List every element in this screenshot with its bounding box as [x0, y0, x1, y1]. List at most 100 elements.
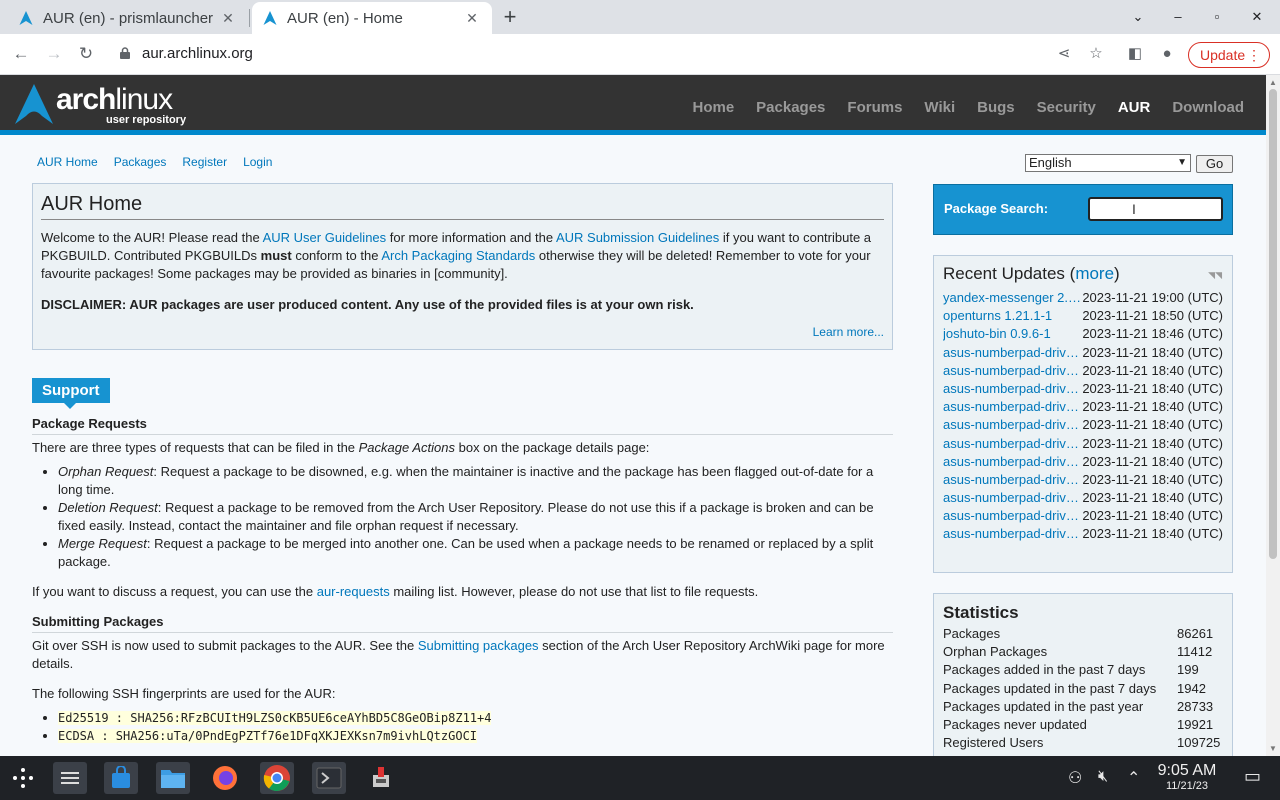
minimize-icon[interactable]: –	[1168, 6, 1188, 28]
language-select[interactable]: English ▼	[1025, 154, 1191, 172]
learn-more-link[interactable]: Learn more...	[813, 325, 884, 339]
nav-bugs[interactable]: Bugs	[977, 99, 1015, 116]
browser-tab-prismlauncher[interactable]: AUR (en) - prismlauncher ✕	[8, 2, 248, 34]
recent-package-link[interactable]: asus-numberpad-driv…	[943, 380, 1081, 398]
page-scrollbar[interactable]: ▲ ▼	[1266, 75, 1280, 756]
recent-update-date: 2023-11-21 19:00 (UTC)	[1082, 290, 1223, 305]
recent-package-link[interactable]: asus-numberpad-driv…	[943, 344, 1081, 362]
list-item: Ed25519 : SHA256:RFzBCUItH9LZS0cKB5UE6ce…	[58, 709, 893, 727]
link-arch-packaging-standards[interactable]: Arch Packaging Standards	[381, 248, 535, 263]
link-aur-requests[interactable]: aur-requests	[317, 584, 390, 599]
clock[interactable]: 9:05 AM 11/21/23	[1150, 762, 1224, 792]
main-nav: Home Packages Forums Wiki Bugs Security …	[670, 99, 1244, 116]
subnav-register[interactable]: Register	[182, 155, 227, 169]
arch-header: archlinux user repository Home Packages …	[0, 75, 1266, 135]
tab-search-chevron-icon[interactable]: ⌄	[1128, 6, 1148, 28]
subnav-aur-home[interactable]: AUR Home	[37, 155, 98, 169]
show-desktop-icon[interactable]: ▭	[1244, 766, 1261, 787]
recent-more-link[interactable]: more	[1075, 264, 1114, 283]
close-window-icon[interactable]: ✕	[1247, 6, 1267, 28]
tray-expand-icon[interactable]: ⌃	[1127, 768, 1140, 788]
recent-updates-box: Recent Updates (more) ◥◥ yandex-messenge…	[933, 255, 1233, 573]
side-panel-icon[interactable]: ◧	[1124, 43, 1146, 65]
link-aur-submission-guidelines[interactable]: AUR Submission Guidelines	[556, 230, 719, 245]
bookmark-star-icon[interactable]: ☆	[1085, 43, 1107, 65]
package-search-input[interactable]: I	[1088, 197, 1223, 221]
recent-package-link[interactable]: asus-numberpad-driv…	[943, 507, 1081, 525]
scrollbar-thumb[interactable]	[1269, 89, 1277, 559]
back-icon[interactable]: ←	[9, 42, 33, 66]
package-search-box: Package Search: I	[933, 184, 1233, 235]
chrome-icon[interactable]	[260, 762, 294, 794]
rss-feed-icon[interactable]: ◥◥	[1208, 270, 1222, 281]
nav-forums[interactable]: Forums	[847, 99, 902, 116]
browser-tab-aur-home[interactable]: AUR (en) - Home ✕	[252, 2, 492, 34]
tab-separator	[249, 9, 250, 27]
recent-package-link[interactable]: asus-numberpad-driv…	[943, 416, 1081, 434]
nav-packages[interactable]: Packages	[756, 99, 825, 116]
close-tab-icon[interactable]: ✕	[462, 10, 482, 27]
recent-package-link[interactable]: asus-numberpad-driv…	[943, 362, 1081, 380]
recent-update-row: asus-numberpad-driv… 2023-11-21 18:40 (UT…	[943, 489, 1223, 507]
scroll-up-icon[interactable]: ▲	[1269, 78, 1277, 87]
statistic-value: 1942	[1177, 680, 1206, 696]
arch-favicon-icon	[19, 11, 33, 25]
firefox-icon[interactable]	[208, 762, 242, 794]
recent-update-date: 2023-11-21 18:40 (UTC)	[1082, 471, 1223, 487]
reload-icon[interactable]: ↻	[74, 42, 98, 66]
forward-icon[interactable]: →	[42, 42, 66, 66]
welcome-paragraph: Welcome to the AUR! Please read the AUR …	[41, 230, 872, 281]
requests-intro: There are three types of requests that c…	[32, 440, 650, 455]
recent-update-date: 2023-11-21 18:40 (UTC)	[1082, 526, 1223, 542]
recent-update-date: 2023-11-21 18:40 (UTC)	[1082, 380, 1223, 396]
language-selected: English	[1029, 155, 1072, 170]
nav-aur[interactable]: AUR	[1118, 99, 1151, 116]
nav-wiki[interactable]: Wiki	[924, 99, 955, 116]
volume-muted-icon[interactable]: 🔇︎	[1098, 768, 1108, 786]
link-aur-user-guidelines[interactable]: AUR User Guidelines	[263, 230, 387, 245]
package-search-label: Package Search:	[944, 201, 1049, 216]
software-store-icon[interactable]	[104, 762, 138, 794]
close-tab-icon[interactable]: ✕	[218, 10, 238, 27]
file-manager-icon[interactable]	[156, 762, 190, 794]
update-button[interactable]: Update ⋮	[1188, 42, 1270, 68]
subnav-login[interactable]: Login	[243, 155, 272, 169]
recent-package-link[interactable]: asus-numberpad-driv…	[943, 525, 1081, 543]
maximize-icon[interactable]: ▫	[1207, 6, 1227, 28]
recent-package-link[interactable]: asus-numberpad-driv…	[943, 471, 1081, 489]
tab-title: AUR (en) - Home	[287, 9, 403, 27]
recent-package-link[interactable]: asus-numberpad-driv…	[943, 489, 1081, 507]
recent-update-date: 2023-11-21 18:40 (UTC)	[1082, 435, 1223, 451]
recent-package-link[interactable]: joshuto-bin 0.9.6-1	[943, 325, 1081, 343]
recent-package-link[interactable]: openturns 1.21.1-1	[943, 307, 1081, 325]
nav-download[interactable]: Download	[1172, 99, 1244, 116]
link-submitting-packages[interactable]: Submitting packages	[418, 638, 539, 653]
new-tab-icon[interactable]: +	[498, 4, 522, 30]
recent-package-link[interactable]: asus-numberpad-driv…	[943, 453, 1081, 471]
system-tool-icon[interactable]	[364, 762, 398, 794]
address-bar[interactable]: aur.archlinux.org	[108, 39, 1118, 69]
nav-home[interactable]: Home	[692, 99, 734, 116]
statistics-row: Orphan Packages 11412	[943, 643, 1223, 661]
subnav-packages[interactable]: Packages	[114, 155, 167, 169]
arch-favicon-icon	[263, 11, 277, 25]
app-launcher-icon[interactable]	[6, 762, 40, 794]
recent-update-date: 2023-11-21 18:46 (UTC)	[1082, 326, 1223, 342]
scroll-down-icon[interactable]: ▼	[1269, 744, 1277, 753]
statistic-value: 199	[1177, 662, 1199, 678]
recent-package-link[interactable]: asus-numberpad-driv…	[943, 435, 1081, 453]
recent-package-link[interactable]: yandex-messenger 2.…	[943, 289, 1081, 307]
recent-package-link[interactable]: asus-numberpad-driv…	[943, 398, 1081, 416]
system-settings-icon[interactable]	[53, 762, 87, 794]
statistic-label: Packages added in the past 7 days	[943, 662, 1146, 678]
submitting-packages-heading: Submitting Packages	[32, 613, 893, 633]
profile-avatar-icon[interactable]: ●	[1156, 43, 1178, 65]
terminal-icon[interactable]	[312, 762, 346, 794]
recent-update-row: asus-numberpad-driv… 2023-11-21 18:40 (UT…	[943, 435, 1223, 453]
nav-security[interactable]: Security	[1037, 99, 1096, 116]
package-requests-heading: Package Requests	[32, 415, 893, 435]
language-go-button[interactable]: Go	[1196, 155, 1233, 173]
share-icon[interactable]: ⋖	[1053, 43, 1075, 65]
user-account-icon[interactable]: ⚇	[1068, 768, 1082, 788]
browser-toolbar: ← → ↻ aur.archlinux.org ⋖ ☆ ◧ ● Update ⋮	[0, 34, 1280, 75]
